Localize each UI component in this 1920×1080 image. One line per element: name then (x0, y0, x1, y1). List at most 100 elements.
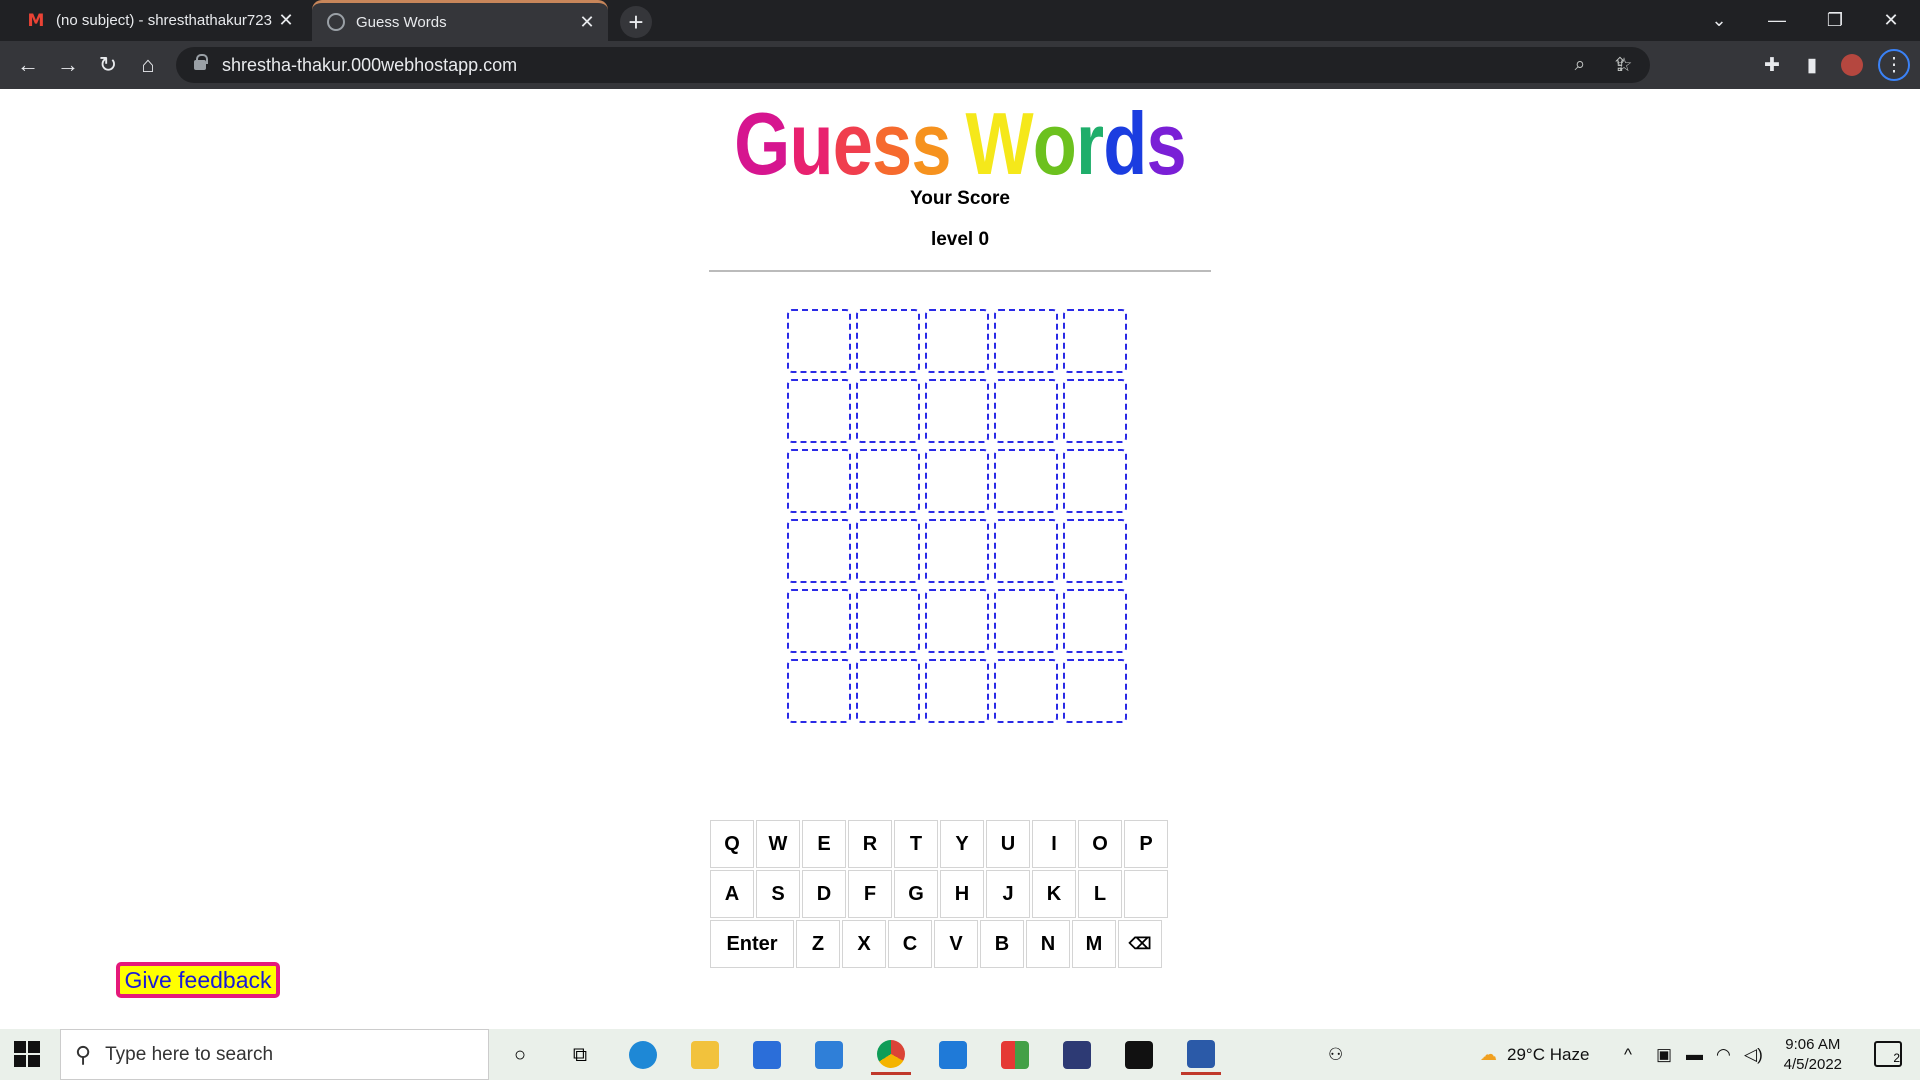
weather-widget[interactable]: ☁ 29°C Haze (1480, 1029, 1589, 1080)
mail-icon[interactable] (809, 1035, 849, 1075)
letter-cell (856, 519, 920, 583)
back-button[interactable]: ← (12, 49, 44, 81)
key-e[interactable]: E (802, 820, 846, 868)
key-s[interactable]: S (756, 870, 800, 918)
dev-app-icon[interactable] (1057, 1035, 1097, 1075)
url-text[interactable]: shrestha-thakur.000webhostapp.com (222, 55, 517, 76)
give-feedback-button[interactable]: Give feedback (116, 962, 280, 998)
enter-key[interactable]: Enter (710, 920, 794, 968)
restore-button[interactable]: ❐ (1806, 0, 1864, 41)
notification-center-icon[interactable]: 2 (1874, 1041, 1902, 1067)
key-h[interactable]: H (940, 870, 984, 918)
letter-cell (925, 519, 989, 583)
taskbar-clock[interactable]: 9:06 AM 4/5/2022 (1784, 1035, 1842, 1075)
close-icon[interactable]: ✕ (273, 10, 299, 31)
key-w[interactable]: W (756, 820, 800, 868)
letter-cell (925, 309, 989, 373)
bookmark-star-icon[interactable]: ☆ (1606, 47, 1642, 83)
file-explorer-icon[interactable] (685, 1035, 725, 1075)
letter-cell (994, 379, 1058, 443)
tray-chevron-icon[interactable]: ^ (1624, 1029, 1632, 1080)
volume-icon[interactable]: ◁) (1744, 1029, 1763, 1080)
zoom-icon[interactable]: ⌕ (1562, 47, 1598, 83)
tab-title: Guess Words (356, 13, 447, 31)
key-m[interactable]: M (1072, 920, 1116, 968)
key-c[interactable]: C (888, 920, 932, 968)
windows-start-icon[interactable] (14, 1041, 42, 1069)
lock-icon[interactable] (194, 54, 208, 70)
key-a[interactable]: A (710, 870, 754, 918)
extensions-icon[interactable]: ✚ (1756, 49, 1788, 81)
letter-cell (787, 519, 851, 583)
side-panel-icon[interactable]: ▮ (1796, 49, 1828, 81)
key-z[interactable]: Z (796, 920, 840, 968)
key-l[interactable]: L (1078, 870, 1122, 918)
reload-button[interactable]: ↻ (92, 49, 124, 81)
key-q[interactable]: Q (710, 820, 754, 868)
key-v[interactable]: V (934, 920, 978, 968)
new-tab-button[interactable]: + (620, 6, 652, 38)
letter-cell (787, 589, 851, 653)
key-d[interactable]: D (802, 870, 846, 918)
notification-count: 2 (1893, 1051, 1900, 1065)
close-icon[interactable]: ✕ (574, 12, 600, 33)
key-p[interactable]: P (1124, 820, 1168, 868)
store-icon[interactable] (747, 1035, 787, 1075)
wifi-icon[interactable]: ◠ (1716, 1029, 1731, 1080)
taskbar-search-box[interactable]: ⚲ Type here to search (60, 1029, 489, 1080)
vscode-icon[interactable] (933, 1035, 973, 1075)
color-app-icon[interactable] (995, 1035, 1035, 1075)
letter-cell (787, 659, 851, 723)
key-o[interactable]: O (1078, 820, 1122, 868)
key-k[interactable]: K (1032, 870, 1076, 918)
letter-cell (994, 659, 1058, 723)
backspace-key[interactable]: ⌫ (1118, 920, 1162, 968)
forward-button[interactable]: → (52, 49, 84, 81)
search-placeholder: Type here to search (105, 1043, 274, 1065)
key-t[interactable]: T (894, 820, 938, 868)
address-bar[interactable]: shrestha-thakur.000webhostapp.com ⌕ ⇪ ☆ (176, 47, 1650, 83)
key-b[interactable]: B (980, 920, 1024, 968)
gmail-icon: M (27, 10, 45, 31)
tab-gmail[interactable]: M (no subject) - shresthathakur723 ✕ (12, 0, 307, 41)
title-letter: o (1032, 94, 1077, 193)
intellij-icon[interactable] (1119, 1035, 1159, 1075)
browser-menu-button[interactable]: ⋮ (1878, 49, 1910, 81)
level-label: level 0 (930, 229, 990, 250)
clock-time: 9:06 AM (1785, 1036, 1841, 1053)
title-letter: d (1103, 94, 1147, 193)
key-x[interactable]: X (842, 920, 886, 968)
cortana-icon[interactable]: ○ (500, 1035, 540, 1075)
key-i[interactable]: I (1032, 820, 1076, 868)
letter-cell (856, 589, 920, 653)
blank-key[interactable] (1124, 870, 1168, 918)
key-g[interactable]: G (894, 870, 938, 918)
title-letter: u (789, 94, 833, 193)
letter-cell (856, 379, 920, 443)
meet-icon[interactable]: ▣ (1656, 1029, 1672, 1080)
key-u[interactable]: U (986, 820, 1030, 868)
key-r[interactable]: R (848, 820, 892, 868)
home-button[interactable]: ⌂ (132, 49, 164, 81)
letter-cell (856, 449, 920, 513)
battery-icon[interactable]: ▬ (1686, 1029, 1703, 1080)
task-view-icon[interactable]: ⧉ (560, 1035, 600, 1075)
tab-guess-words[interactable]: Guess Words ✕ (312, 0, 608, 41)
edge-icon[interactable] (623, 1035, 663, 1075)
profile-avatar[interactable] (1836, 49, 1868, 81)
window-close-button[interactable]: ✕ (1862, 0, 1920, 41)
letter-cell (1063, 589, 1127, 653)
word-icon[interactable] (1181, 1035, 1221, 1075)
letter-cell (994, 309, 1058, 373)
key-j[interactable]: J (986, 870, 1030, 918)
minimize-button[interactable]: — (1748, 0, 1806, 41)
key-y[interactable]: Y (940, 820, 984, 868)
key-f[interactable]: F (848, 870, 892, 918)
people-icon[interactable]: ⚇ (1328, 1029, 1343, 1080)
letter-cell (925, 589, 989, 653)
letter-cell (1063, 519, 1127, 583)
chrome-icon[interactable] (871, 1035, 911, 1075)
key-n[interactable]: N (1026, 920, 1070, 968)
letter-cell (1063, 659, 1127, 723)
tab-search-chevron-icon[interactable]: ⌄ (1690, 0, 1748, 41)
